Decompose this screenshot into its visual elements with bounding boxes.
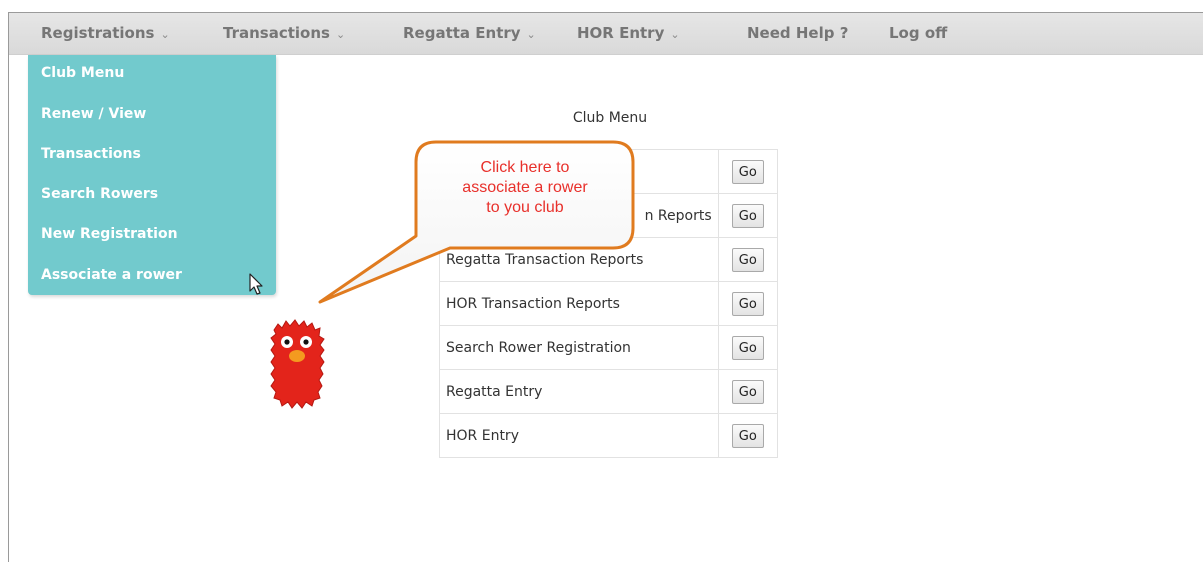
callout-text: Click here to associate a rower to you c…: [425, 158, 625, 218]
nav-need-help[interactable]: Need Help ?: [747, 13, 848, 54]
dropdown-item-search-rowers[interactable]: Search Rowers: [41, 182, 158, 206]
callout-line: to you club: [486, 199, 564, 216]
nav-registrations[interactable]: Registrations ⌄: [41, 13, 170, 54]
red-mascot-icon: [270, 319, 325, 409]
go-button[interactable]: Go: [731, 291, 764, 316]
nav-transactions[interactable]: Transactions ⌄: [223, 13, 345, 54]
dropdown-item-club-menu[interactable]: Club Menu: [41, 61, 124, 85]
table-row: Regatta Entry Go: [439, 369, 779, 414]
go-button[interactable]: Go: [731, 379, 764, 404]
nav-regatta-entry[interactable]: Regatta Entry ⌄: [403, 13, 536, 54]
dropdown-item-renew-view[interactable]: Renew / View: [41, 102, 146, 126]
dropdown-item-new-registration[interactable]: New Registration: [41, 222, 178, 246]
chevron-down-icon: ⌄: [160, 28, 170, 41]
club-menu-title: Club Menu: [572, 110, 648, 126]
go-button[interactable]: Go: [731, 159, 764, 184]
dropdown-item-associate-a-rower[interactable]: Associate a rower: [41, 263, 182, 287]
dropdown-item-transactions[interactable]: Transactions: [41, 142, 141, 166]
go-button[interactable]: Go: [731, 203, 764, 228]
nav-label: Need Help ?: [747, 24, 849, 42]
window-frame-left: [8, 12, 9, 562]
table-row: HOR Entry Go: [439, 413, 779, 458]
callout-line: Click here to: [480, 159, 570, 176]
nav-label: HOR Entry: [577, 24, 665, 42]
registrations-dropdown-menu: Club Menu Renew / View Transactions Sear…: [28, 55, 276, 295]
top-nav-bar: Registrations ⌄ Transactions ⌄ Regatta Ent…: [9, 13, 1203, 55]
chevron-down-icon: ⌄: [526, 28, 536, 41]
callout-line: associate a rower: [462, 179, 588, 196]
nav-label: Log off: [889, 24, 948, 42]
table-row: Search Rower Registration Go: [439, 325, 779, 370]
nav-label: Transactions: [223, 24, 330, 42]
go-button[interactable]: Go: [731, 335, 764, 360]
nav-label: Regatta Entry: [403, 24, 521, 42]
row-label: Search Rower Registration: [439, 325, 719, 370]
chevron-down-icon: ⌄: [335, 28, 346, 41]
chevron-down-icon: ⌄: [670, 28, 680, 41]
go-button[interactable]: Go: [731, 423, 764, 448]
nav-label: Registrations: [41, 24, 155, 42]
mouse-pointer-icon: [249, 273, 263, 295]
nav-hor-entry[interactable]: HOR Entry ⌄: [577, 13, 680, 54]
go-button[interactable]: Go: [731, 247, 764, 272]
nav-log-off[interactable]: Log off: [889, 13, 947, 54]
row-label: Regatta Entry: [439, 369, 719, 414]
row-label: HOR Entry: [439, 413, 719, 458]
